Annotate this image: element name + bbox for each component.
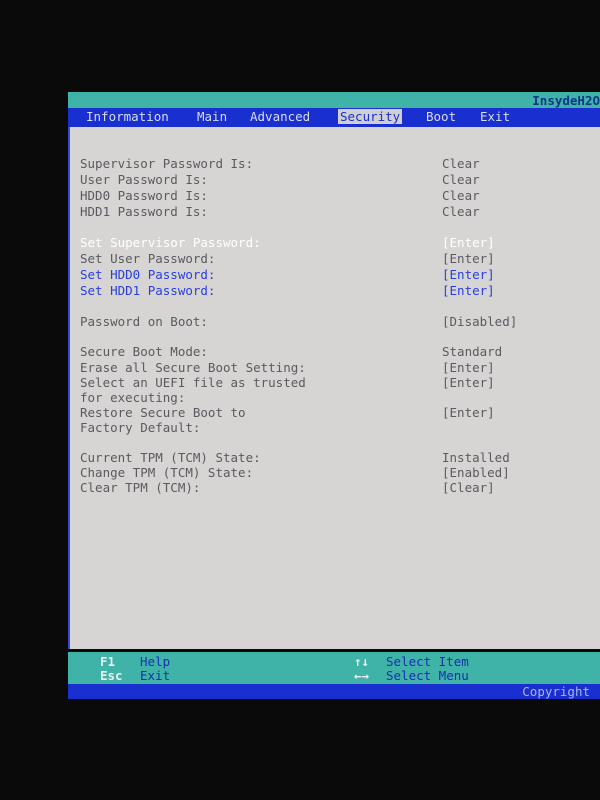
tab-main[interactable]: Main: [195, 109, 229, 124]
brand-label: InsydeH2O: [532, 93, 600, 108]
setting-value[interactable]: [Enter]: [442, 360, 495, 375]
help-footer: F1 Help Esc Exit ↑↓ Select Item ←→ Selec…: [68, 652, 600, 685]
tab-information[interactable]: Information: [84, 109, 171, 124]
setting-label: Set HDD0 Password:: [80, 267, 216, 282]
setting-value[interactable]: [Enter]: [442, 235, 495, 250]
f1-label: Help: [140, 654, 171, 669]
setting-label: HDD0 Password Is:: [80, 188, 208, 203]
setting-label: Change TPM (TCM) State:: [80, 465, 254, 480]
setting-label: Restore Secure Boot to: [80, 405, 246, 420]
setting-label: User Password Is:: [80, 172, 208, 187]
setting-label: HDD1 Password Is:: [80, 204, 208, 219]
status-bar: Copyright: [68, 684, 600, 699]
setting-value[interactable]: [Enabled]: [442, 465, 510, 480]
tab-exit[interactable]: Exit: [478, 109, 512, 124]
setting-value: Clear: [442, 204, 480, 219]
tab-boot[interactable]: Boot: [424, 109, 458, 124]
setting-value: Clear: [442, 172, 480, 187]
setting-label-cont: Factory Default:: [80, 420, 201, 435]
setting-label: Secure Boot Mode:: [80, 344, 208, 359]
setting-label: Erase all Secure Boot Setting:: [80, 360, 306, 375]
menu-bar: Information Main Advanced Security Boot …: [68, 108, 600, 127]
tab-security[interactable]: Security: [338, 109, 403, 124]
setting-label: Set HDD1 Password:: [80, 283, 216, 298]
settings-panel: Supervisor Password Is: Clear User Passwor…: [68, 127, 600, 649]
setting-value: Standard: [442, 344, 503, 359]
updown-label: Select Item: [386, 654, 469, 669]
setting-label: Set User Password:: [80, 251, 216, 266]
tab-advanced[interactable]: Advanced: [248, 109, 312, 124]
esc-label: Exit: [140, 668, 171, 683]
setting-label: Current TPM (TCM) State:: [80, 450, 261, 465]
f1-key: F1: [100, 654, 116, 669]
setting-label: Password on Boot:: [80, 314, 208, 329]
setting-value: Installed: [442, 450, 510, 465]
title-bar: InsydeH2O: [68, 92, 600, 108]
setting-value[interactable]: [Enter]: [442, 251, 495, 266]
setting-value[interactable]: [Enter]: [442, 283, 495, 298]
setting-label: Supervisor Password Is:: [80, 156, 254, 171]
setting-label: Clear TPM (TCM):: [80, 480, 201, 495]
setting-value: Clear: [442, 188, 480, 203]
leftright-label: Select Menu: [386, 668, 469, 683]
leftright-key: ←→: [354, 668, 370, 683]
setting-label: Set Supervisor Password:: [80, 235, 261, 250]
esc-key: Esc: [100, 668, 123, 683]
setting-value[interactable]: [Enter]: [442, 405, 495, 420]
setting-label: Select an UEFI file as trusted: [80, 375, 306, 390]
setting-value[interactable]: [Clear]: [442, 480, 495, 495]
setting-value[interactable]: [Enter]: [442, 267, 495, 282]
setting-value[interactable]: [Disabled]: [442, 314, 517, 329]
copyright-label: Copyright: [522, 684, 590, 699]
setting-value: Clear: [442, 156, 480, 171]
setting-value[interactable]: [Enter]: [442, 375, 495, 390]
bios-screen: InsydeH2O Information Main Advanced Secu…: [68, 92, 600, 699]
setting-label-cont: for executing:: [80, 390, 186, 405]
updown-key: ↑↓: [354, 654, 370, 669]
